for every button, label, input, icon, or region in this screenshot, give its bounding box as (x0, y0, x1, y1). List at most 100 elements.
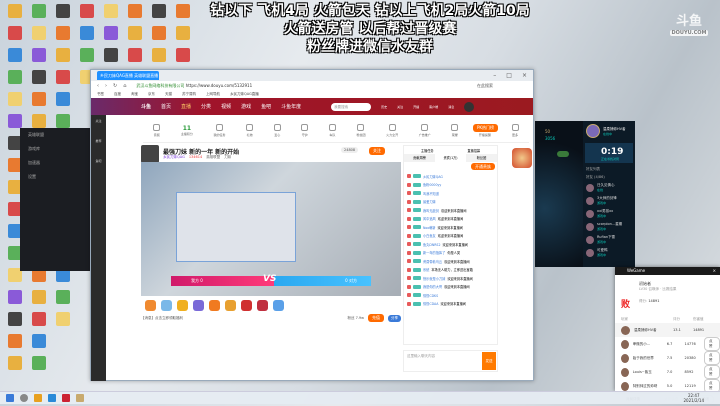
chat-user[interactable]: 风中追风 (423, 216, 436, 221)
chat-user[interactable]: 憧憬CDAA (423, 301, 438, 306)
nav-item[interactable]: 首页 (161, 103, 171, 110)
panel-item[interactable]: 加速器 (20, 156, 92, 170)
bookmark[interactable]: 百度 (114, 92, 121, 97)
user-avatar[interactable] (464, 101, 475, 112)
taskbar-app-icon[interactable] (34, 394, 42, 402)
url-input[interactable]: 武汉斗鱼网络科技有限公司 https://www.douyu.com/51329… (132, 82, 372, 90)
desktop-shortcut-icon[interactable] (8, 92, 22, 106)
new-year-sticker[interactable] (512, 148, 532, 168)
friend-item[interactable]: Rufian下雪 游戏中 (583, 233, 635, 246)
desktop-shortcut-icon[interactable] (56, 26, 70, 40)
toolbar-item[interactable]: 粉丝团 (356, 123, 366, 137)
toolbar-item[interactable]: 爱心 (273, 123, 281, 137)
bookmark[interactable]: 苏宁易购 (182, 92, 196, 97)
friend-item[interactable]: 3大师的剑锋 游戏中 (583, 194, 635, 207)
toolbar-item[interactable]: 更多 (511, 123, 519, 137)
search-icon[interactable] (20, 394, 28, 402)
friend-item[interactable]: scorpion...星期 游戏中 (583, 220, 635, 233)
desktop-shortcut-icon[interactable] (56, 312, 70, 326)
start-icon[interactable] (6, 394, 14, 402)
chat-user[interactable]: 小白鱼友 (423, 233, 436, 238)
desktop-shortcut-icon[interactable] (104, 48, 118, 62)
friend-item[interactable]: 可爱鸭 游戏中 (583, 246, 635, 259)
desktop-shortcut-icon[interactable] (104, 4, 118, 18)
close-icon[interactable]: × (522, 72, 527, 79)
like-button[interactable]: 点赞 (703, 351, 720, 365)
desktop-shortcut-icon[interactable] (8, 312, 22, 326)
toolbar-item[interactable]: 广告推广 (419, 123, 431, 137)
toolbar-item[interactable]: 11 主播积分 (181, 125, 193, 136)
recruit-link[interactable]: 直播招募 (467, 148, 480, 153)
desktop-shortcut-icon[interactable] (8, 70, 22, 84)
desktop-shortcut-icon[interactable] (32, 114, 46, 128)
gift-icon[interactable] (177, 299, 188, 311)
tag[interactable]: 刀妹 (224, 155, 231, 160)
minimize-icon[interactable]: – (493, 72, 496, 79)
desktop-shortcut-icon[interactable] (8, 356, 22, 370)
streamer-name[interactable]: 乡民刀妹QAG (163, 155, 185, 160)
chat-user[interactable]: Nox萌新 (423, 225, 436, 230)
desktop-shortcut-icon[interactable] (56, 4, 70, 18)
desktop-shortcut-icon[interactable] (32, 48, 46, 62)
nav-item[interactable]: 视频 (221, 103, 231, 110)
gift-icon[interactable] (225, 299, 236, 311)
desktop-shortcut-icon[interactable] (128, 48, 142, 62)
chat-messages[interactable]: 乡民刀妹QAG 鱼粉0000yy 叫我不知道 最爱刀妹 我叫无敌剑 欢迎来到本直播间 风中追… (404, 172, 497, 308)
nav-icon[interactable]: 消息 (448, 105, 454, 109)
desktop-shortcut-icon[interactable] (8, 4, 22, 18)
close-icon[interactable]: × (713, 267, 716, 275)
panel-item[interactable]: 英雄联盟 (20, 128, 92, 142)
gift-icon[interactable] (209, 299, 220, 311)
bookmark[interactable]: 上网导航 (206, 92, 220, 97)
desktop-shortcut-icon[interactable] (152, 4, 166, 18)
desktop-shortcut-icon[interactable] (128, 26, 142, 40)
desktop-shortcut-icon[interactable] (32, 92, 46, 106)
desktop-shortcut-icon[interactable] (32, 70, 46, 84)
desktop-shortcut-icon[interactable] (80, 26, 94, 40)
send-button[interactable]: 发送 (482, 352, 496, 370)
recharge-button[interactable]: 充值 (368, 314, 384, 322)
toolbar-item[interactable]: 火力全开 (386, 123, 398, 137)
like-button[interactable]: 点赞 (703, 337, 720, 351)
desktop-shortcut-icon[interactable] (32, 356, 46, 370)
chat-user[interactable]: 最爱刀妹 (423, 199, 436, 204)
friend-item[interactable]: xxi男孩xx 游戏中 (583, 207, 635, 220)
desktop-shortcut-icon[interactable] (80, 4, 94, 18)
nav-icon[interactable]: 客户端 (429, 105, 438, 109)
browser-tab[interactable]: 乡民刀妹QAG直播 英雄联盟直播 (97, 71, 159, 80)
desktop-shortcut-icon[interactable] (104, 26, 118, 40)
friends-group[interactable]: 好友 (4/86) (583, 174, 635, 181)
nav-icon[interactable]: 历史 (381, 105, 387, 109)
desktop-shortcut-icon[interactable] (8, 48, 22, 62)
back-icon[interactable]: ‹ (97, 83, 99, 89)
bookmark[interactable]: 淘宝 (131, 92, 138, 97)
desktop-shortcut-icon[interactable] (80, 48, 94, 62)
forward-icon[interactable]: › (105, 83, 107, 89)
bookmark[interactable]: 京东 (148, 92, 155, 97)
maximize-icon[interactable]: □ (506, 72, 512, 79)
panel-item[interactable]: 设置 (20, 170, 92, 184)
profile-avatar[interactable] (586, 124, 600, 138)
desktop-shortcut-icon[interactable] (56, 290, 70, 304)
nav-icon[interactable]: 关注 (397, 105, 403, 109)
desktop-shortcut-icon[interactable] (56, 114, 70, 128)
friend-item[interactable]: 日久见情心 在线 (583, 181, 635, 194)
chat-user[interactable]: 黄昏带着乌云 (423, 259, 442, 264)
taskbar-app-icon[interactable] (76, 394, 84, 402)
clock[interactable]: 22:47 2021/2/14 (683, 393, 704, 403)
sidebar-item[interactable]: 关注 (91, 115, 106, 135)
taskbar-app-icon[interactable] (48, 394, 56, 402)
chat-user[interactable]: 憧憬CDKS (423, 293, 438, 298)
toolbar-item[interactable]: 车队 (328, 123, 336, 137)
chat-user[interactable]: 我是你的大哥 (423, 284, 442, 289)
site-logo[interactable]: 斗鱼 (141, 103, 151, 110)
gift-icon[interactable] (273, 299, 284, 311)
browser-search[interactable]: 在此搜索 (477, 83, 493, 89)
toolbar-item[interactable]: 礼物 (246, 123, 254, 137)
gift-icon[interactable] (145, 299, 156, 311)
toggle[interactable] (557, 151, 569, 157)
desktop-shortcut-icon[interactable] (32, 26, 46, 40)
toolbar-item[interactable]: 荣耀 (451, 123, 459, 137)
chat-user[interactable]: 系统 (423, 267, 429, 272)
desktop-shortcut-icon[interactable] (8, 290, 22, 304)
